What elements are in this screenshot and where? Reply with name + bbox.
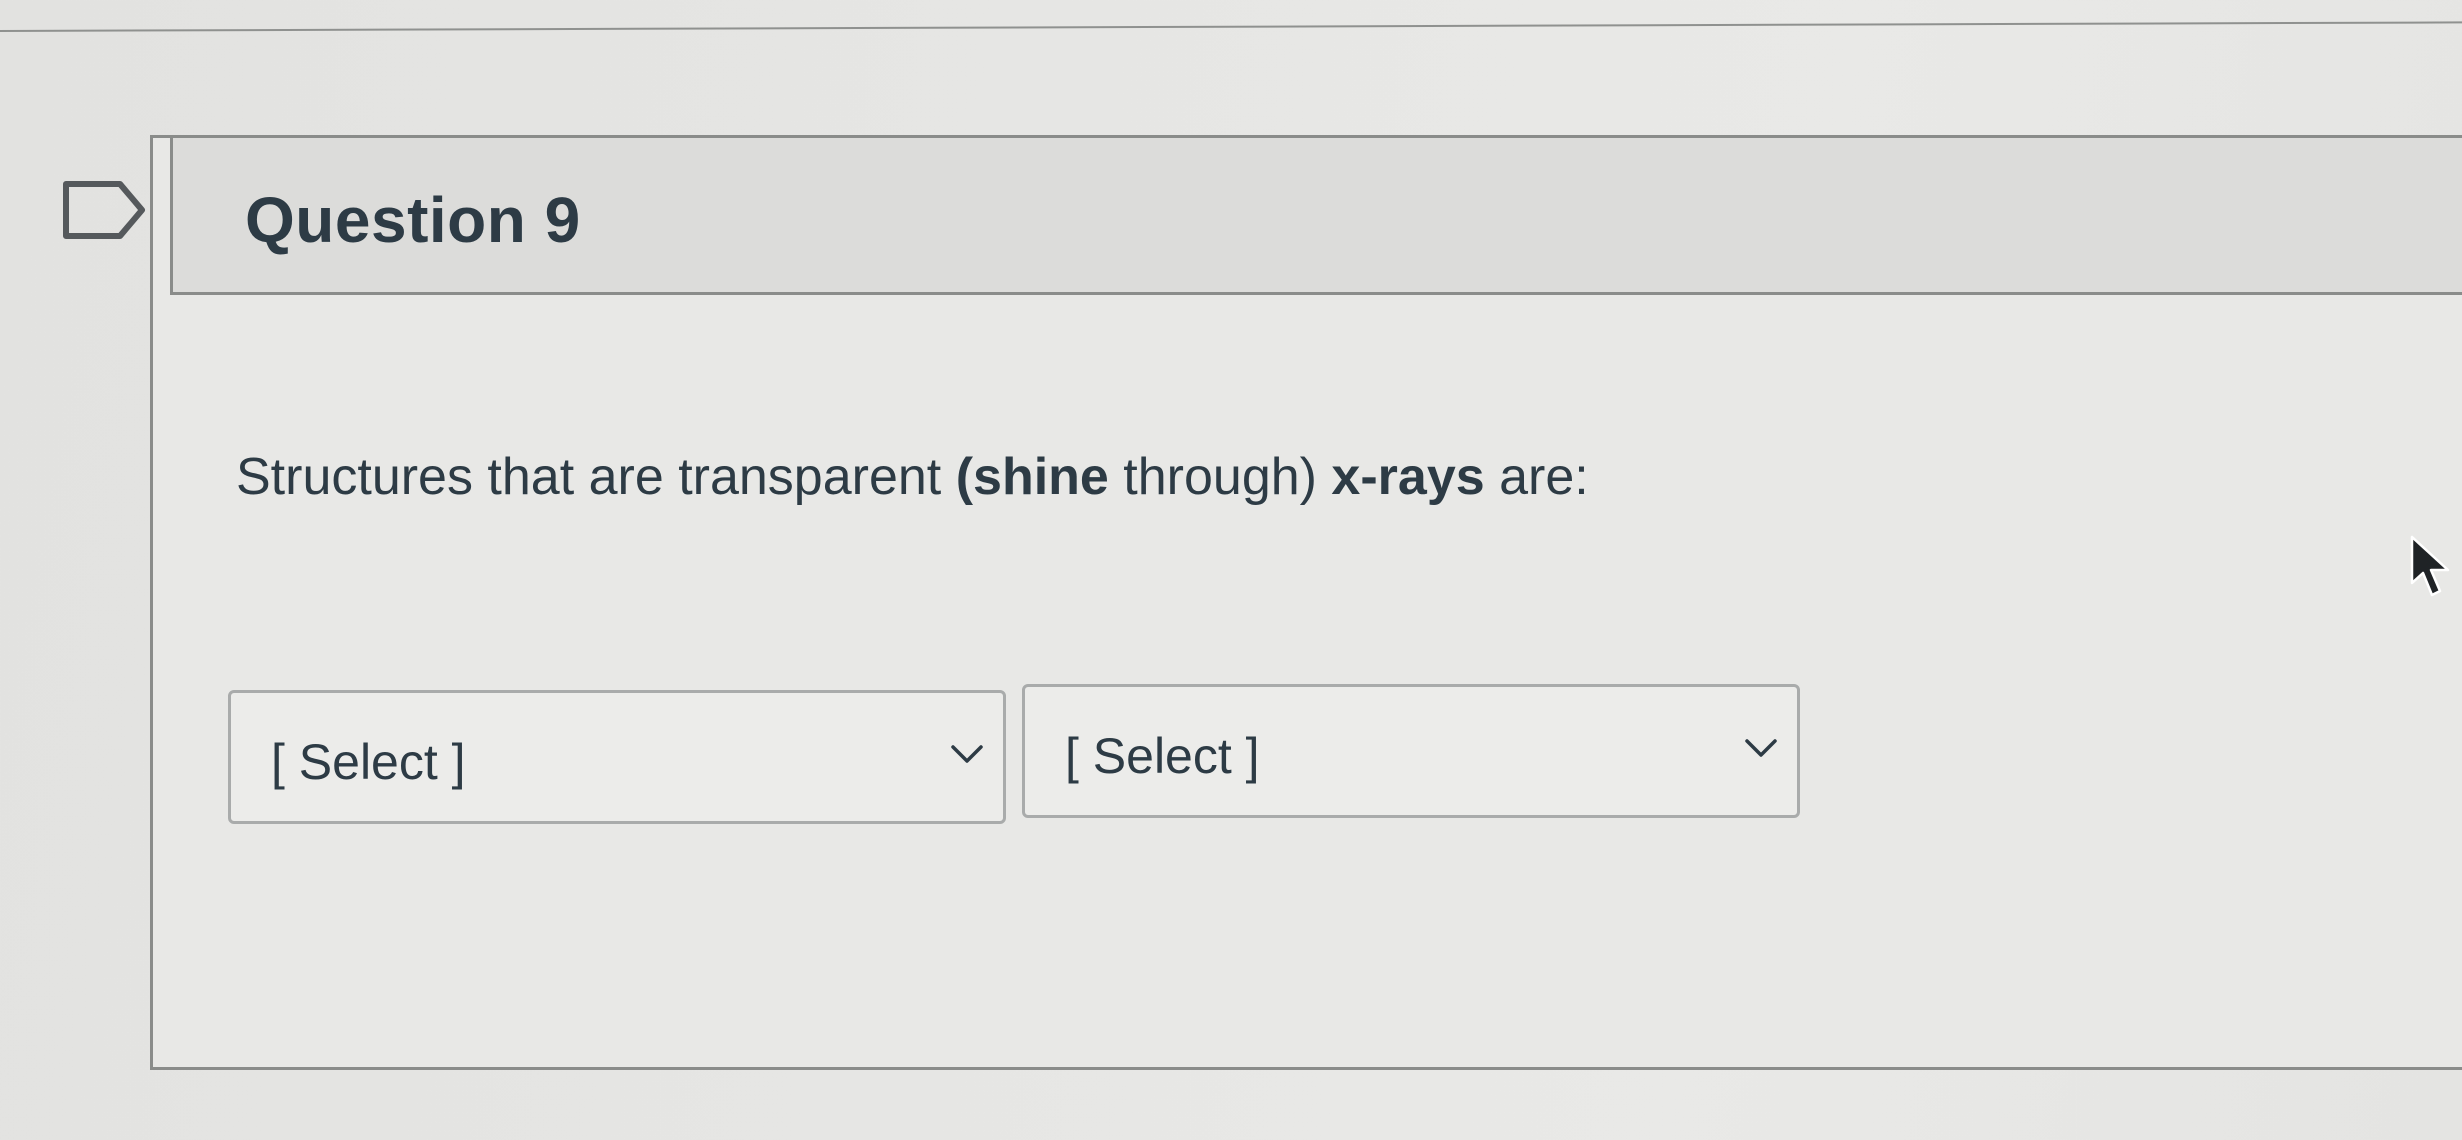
chevron-down-icon bbox=[1745, 739, 1777, 757]
prompt-emphasis: x-rays bbox=[1331, 448, 1485, 506]
flag-question-icon[interactable] bbox=[62, 180, 148, 240]
select-value: [ Select ] bbox=[271, 734, 466, 790]
top-divider bbox=[0, 21, 2462, 32]
question-title: Question 9 bbox=[245, 184, 581, 256]
question-prompt: Structures that are transparent (shine t… bbox=[236, 447, 1589, 507]
mouse-cursor-icon bbox=[2410, 535, 2450, 597]
chevron-down-icon bbox=[951, 745, 983, 763]
prompt-emphasis: (shine bbox=[955, 448, 1109, 506]
answer-select-2[interactable]: [ Select ] bbox=[1022, 684, 1800, 818]
prompt-text: through) bbox=[1108, 448, 1332, 506]
answer-select-1[interactable]: [ Select ] bbox=[228, 690, 1006, 824]
prompt-text: are: bbox=[1484, 448, 1589, 506]
prompt-text: Structures that are transparent bbox=[236, 448, 956, 506]
select-value: [ Select ] bbox=[1065, 728, 1260, 784]
